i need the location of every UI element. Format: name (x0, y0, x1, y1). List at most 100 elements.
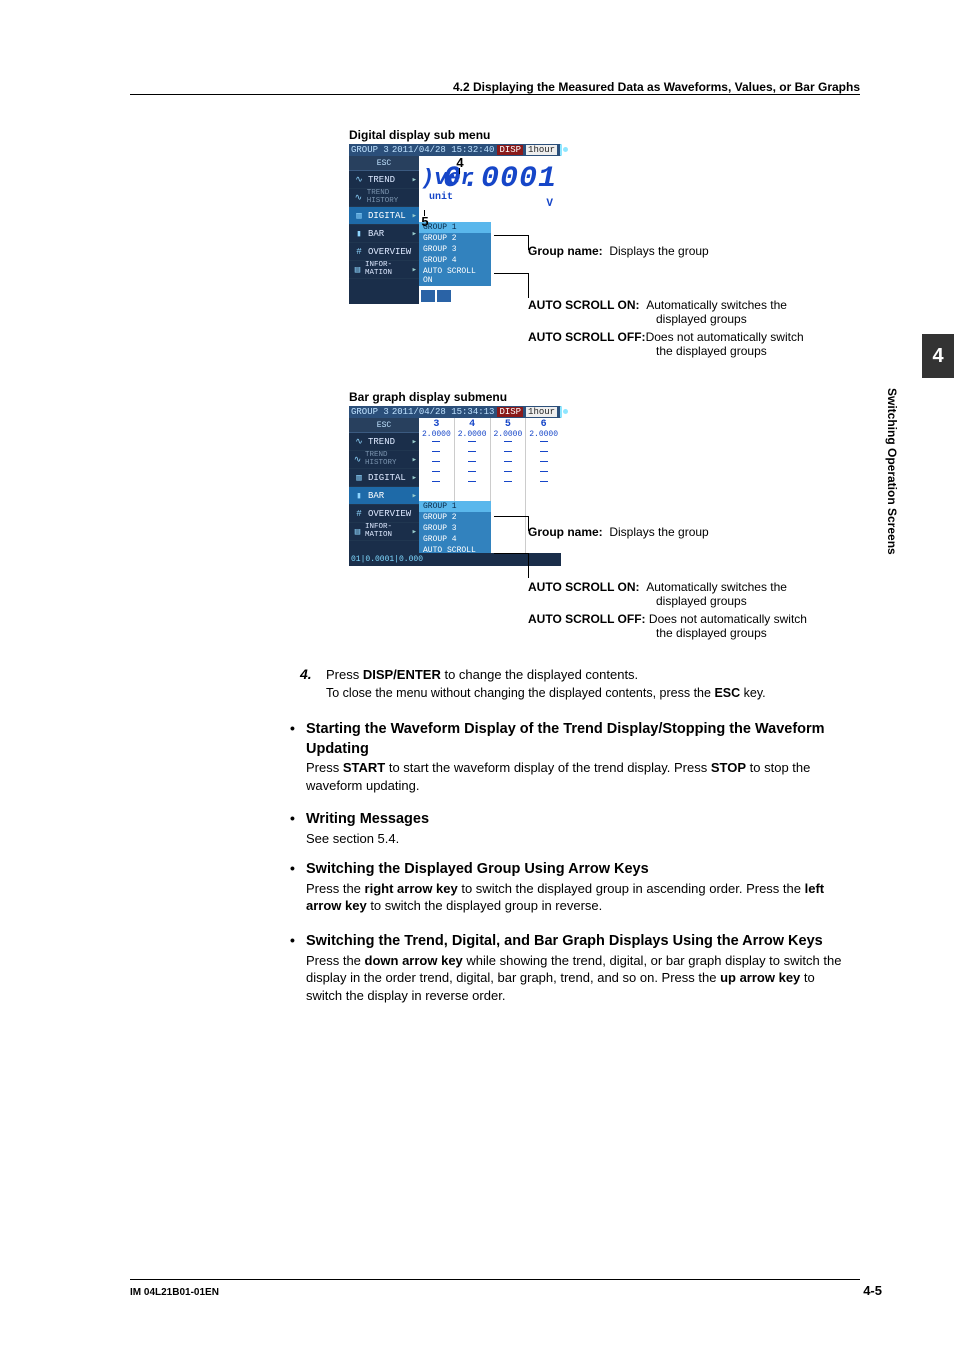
chapter-tab: 4 (922, 334, 954, 378)
bar-title: Bar graph display submenu (349, 390, 507, 404)
text: displayed groups (656, 312, 747, 326)
submenu-autoscroll[interactable]: AUTO SCROLL ON (419, 266, 491, 286)
t: up arrow key (720, 970, 800, 985)
record-icon (560, 406, 562, 418)
bar-col: 52.0000 (490, 418, 526, 566)
h2-block: Writing Messages See section 5.4. (306, 810, 846, 847)
digital-title: Digital display sub menu (349, 128, 490, 142)
menu-trend-history[interactable]: ∿TREND HISTORY (349, 189, 419, 207)
record-icon (560, 144, 562, 156)
callout-auto-on-2: AUTO SCROLL ON: Automatically switches t… (528, 580, 868, 608)
esc-row[interactable]: ESC (349, 156, 419, 171)
submenu-group3[interactable]: GROUP 3 (419, 244, 491, 255)
t: ESC (714, 686, 740, 700)
menu-label: BAR (368, 491, 384, 501)
menu-label: DIGITAL (368, 473, 406, 483)
submenu-group2[interactable]: GROUP 2 (419, 233, 491, 244)
disp-badge: DISP (497, 145, 523, 155)
overview-icon: # (353, 246, 365, 258)
menu-label: INFOR- MATION (365, 524, 409, 539)
menu-label: INFOR- MATION (365, 262, 409, 277)
info-icon: ▤ (353, 264, 362, 276)
menu-overview[interactable]: #OVERVIEW (349, 243, 419, 261)
callout-group-name: Group name: Displays the group (528, 244, 709, 258)
menu-information[interactable]: ▤INFOR- MATION▸ (349, 261, 419, 279)
heading: Starting the Waveform Display of the Tre… (306, 721, 825, 757)
digital-icon: ▥ (353, 472, 365, 484)
t: right arrow key (365, 881, 458, 896)
col-num: 5 (491, 419, 526, 430)
callout-auto-off: AUTO SCROLL OFF:Does not automatically s… (528, 330, 868, 358)
menu-trend[interactable]: ∿TREND▸ (349, 171, 419, 189)
col-val: 2.0000 (491, 430, 526, 439)
t: to start the waveform display of the tre… (385, 760, 711, 775)
label: Group name: (528, 525, 603, 539)
bar-screenshot: GROUP 3 2011/04/28 15:34:13 DISP 1hour 3… (349, 406, 561, 566)
time-badge: 1hour (526, 145, 557, 155)
bottom-icons (421, 290, 451, 302)
submenu-group2[interactable]: GROUP 2 (419, 512, 491, 523)
menu-trend-history[interactable]: ∿TREND HISTORY▸ (349, 451, 419, 469)
menu-digital[interactable]: ▥DIGITAL▸ (349, 469, 419, 487)
time-badge: 1hour (526, 407, 557, 417)
menu-label: BAR (368, 229, 384, 239)
text: the displayed groups (656, 626, 767, 640)
col-num: 3 (419, 419, 454, 430)
big-unit: V (546, 198, 553, 210)
history-icon: ∿ (353, 454, 362, 466)
bar-col: 62.0000 (525, 418, 561, 566)
submenu-group1[interactable]: GROUP 1 (419, 501, 491, 512)
bar-icon: ▮ (353, 490, 365, 502)
label: AUTO SCROLL OFF: (528, 612, 646, 626)
annot-5: 5 (395, 214, 455, 229)
menu-information[interactable]: ▤INFOR- MATION▸ (349, 523, 419, 541)
menu-overview[interactable]: #OVERVIEW (349, 505, 419, 523)
callout-auto-off-2: AUTO SCROLL OFF: Does not automatically … (528, 612, 868, 640)
label: AUTO SCROLL ON: (528, 580, 640, 594)
history-icon: ∿ (353, 192, 364, 204)
t: Press the (306, 953, 365, 968)
overview-icon: # (353, 508, 365, 520)
col-val: 2.0000 (526, 430, 561, 439)
submenu-group3[interactable]: GROUP 3 (419, 523, 491, 534)
h3-block: Switching the Displayed Group Using Arro… (306, 860, 846, 915)
col-num: 6 (526, 419, 561, 430)
submenu-group4[interactable]: GROUP 4 (419, 534, 491, 545)
footer-page: 4-5 (863, 1283, 882, 1298)
header-rule (130, 94, 860, 95)
label: AUTO SCROLL ON: (528, 298, 640, 312)
t: Press (306, 760, 343, 775)
esc-row[interactable]: ESC (349, 418, 419, 433)
label: Group name: (528, 244, 603, 258)
heading: Writing Messages (306, 811, 429, 827)
col-num: 4 (455, 419, 490, 430)
text: Displays the group (609, 525, 708, 539)
trend-icon: ∿ (353, 174, 365, 186)
section-title: 4.2 Displaying the Measured Data as Wave… (350, 80, 860, 94)
bullet: • (290, 810, 295, 826)
t: Press (326, 667, 363, 682)
h1-block: Starting the Waveform Display of the Tre… (306, 720, 846, 794)
t: To close the menu without changing the d… (326, 686, 714, 700)
text: the displayed groups (656, 344, 767, 358)
group-label: GROUP 3 (351, 145, 389, 155)
bar-topbar: GROUP 3 2011/04/28 15:34:13 DISP 1hour (349, 406, 561, 418)
label: AUTO SCROLL OFF: (528, 330, 646, 344)
h4-block: Switching the Trend, Digital, and Bar Gr… (306, 932, 846, 1004)
callout-auto-on: AUTO SCROLL ON: Automatically switches t… (528, 298, 868, 326)
step-4-text: Press DISP/ENTER to change the displayed… (326, 666, 846, 701)
menu-trend[interactable]: ∿TREND▸ (349, 433, 419, 451)
menu-label: TREND HISTORY (365, 452, 409, 467)
t: down arrow key (365, 953, 463, 968)
bullet: • (290, 932, 295, 948)
menu-bar[interactable]: ▮BAR▸ (349, 487, 419, 505)
submenu-group4[interactable]: GROUP 4 (419, 255, 491, 266)
t: to switch the displayed group in reverse… (367, 898, 603, 913)
footer-doc-id: IM 04L21B01-01EN (130, 1287, 219, 1298)
digital-icon: ▥ (353, 210, 365, 222)
bar-footer: 01|0.0001|0.000 (349, 553, 561, 566)
menu-label: TREND (368, 437, 395, 447)
bar-menu: ESC ∿TREND▸ ∿TREND HISTORY▸ ▥DIGITAL▸ ▮B… (349, 418, 419, 541)
t: STOP (711, 760, 746, 775)
menu-label: TREND (368, 175, 395, 185)
